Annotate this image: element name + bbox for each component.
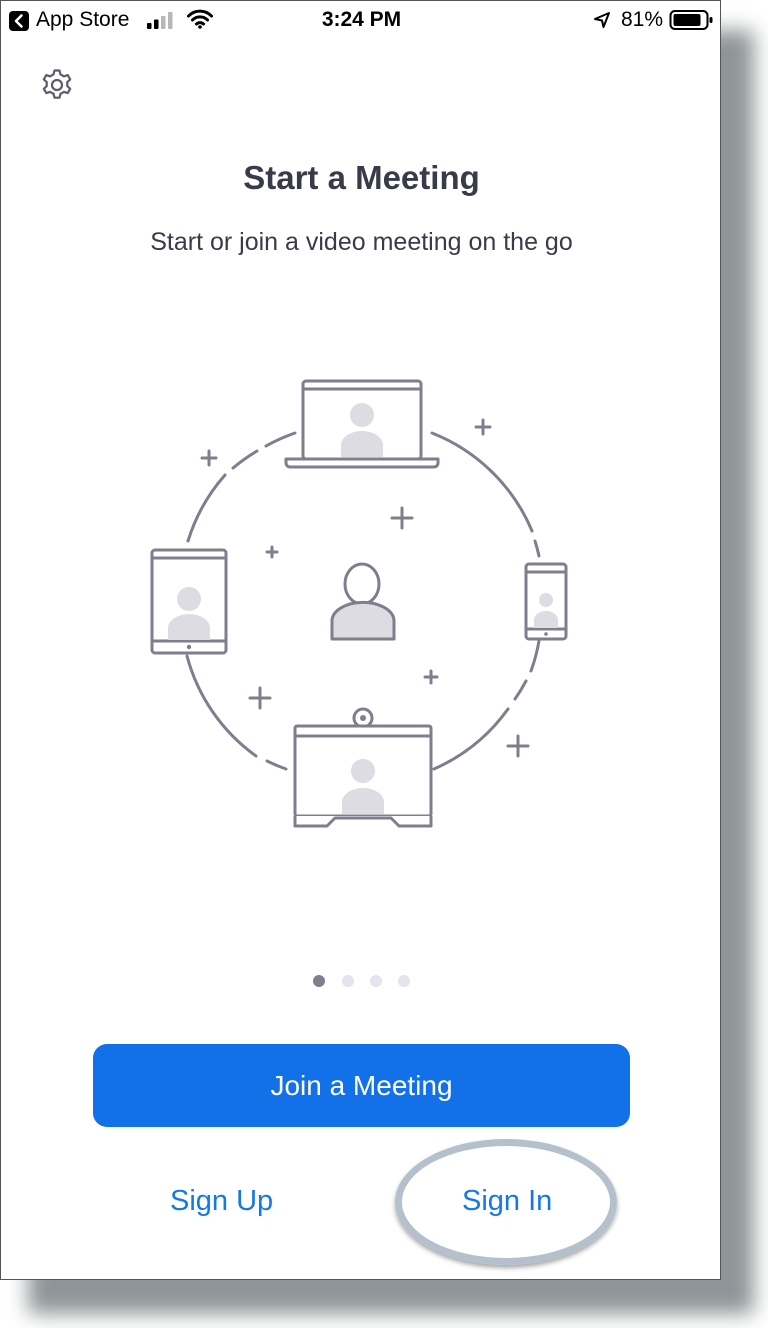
sign-up-link[interactable]: Sign Up: [170, 1185, 273, 1218]
battery-icon: [669, 10, 713, 30]
page-dot[interactable]: [370, 975, 382, 987]
gear-icon[interactable]: [39, 67, 75, 103]
page-subtitle: Start or join a video meeting on the go: [150, 228, 573, 256]
page-title: Start a Meeting: [243, 159, 480, 196]
user-avatar-icon: [330, 562, 396, 641]
phone-device: [524, 562, 568, 641]
page-dot[interactable]: [342, 975, 354, 987]
status-time: 3:24 PM: [321, 8, 402, 31]
location-arrow-icon: [594, 12, 610, 28]
meeting-devices-illustration: [150, 379, 568, 828]
tablet-device: [150, 548, 228, 655]
sign-in-link[interactable]: Sign In: [462, 1185, 552, 1218]
join-meeting-button[interactable]: Join a Meeting: [93, 1044, 630, 1127]
battery-percentage: 81%: [621, 8, 664, 31]
page-dot[interactable]: [398, 975, 410, 987]
room-system-device: [293, 707, 433, 828]
status-bar: App Store 3:24 PM 81%: [1, 1, 720, 41]
page-dot-active[interactable]: [313, 975, 325, 987]
laptop-device: [284, 379, 440, 469]
phone-screen: App Store 3:24 PM 81% Start a Meeting St…: [0, 0, 721, 1280]
